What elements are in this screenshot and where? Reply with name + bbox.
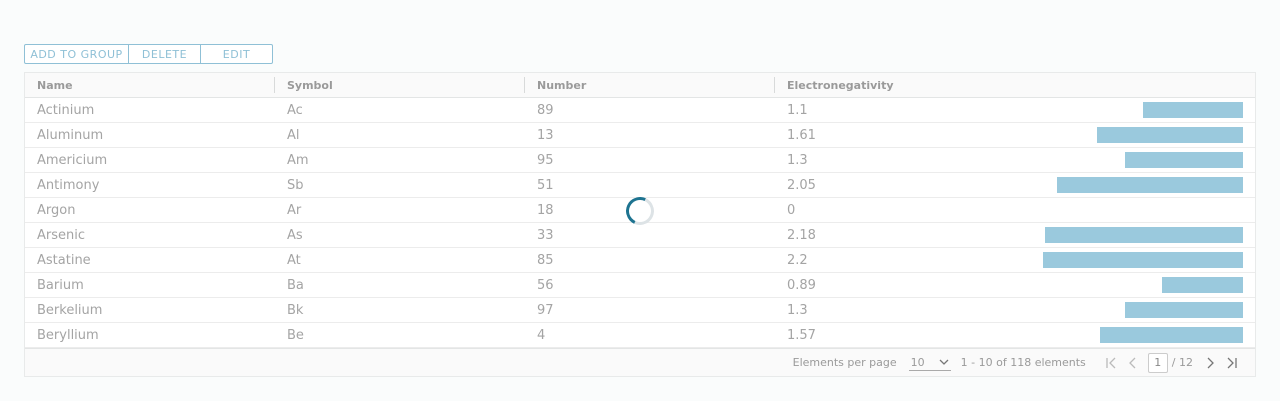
cell-name: Actinium [37, 102, 95, 118]
cell-name: Berkelium [37, 302, 103, 318]
cell-symbol: Al [287, 127, 300, 143]
cell-name: Argon [37, 202, 76, 218]
electronegativity-bar [1125, 152, 1243, 168]
table-row[interactable]: Barium Ba 56 0.89 [25, 273, 1255, 298]
electronegativity-bar [1097, 127, 1243, 143]
table-row[interactable]: Beryllium Be 4 1.57 [25, 323, 1255, 348]
table-row[interactable]: Antimony Sb 51 2.05 [25, 173, 1255, 198]
cell-symbol: Ba [287, 277, 304, 293]
cell-number: 89 [537, 102, 554, 118]
cell-symbol: Sb [287, 177, 304, 193]
cell-symbol: Ac [287, 102, 303, 118]
electronegativity-bar [1143, 102, 1243, 118]
cell-name: Astatine [37, 252, 91, 268]
per-page-select[interactable]: 10 [908, 355, 951, 371]
table-row[interactable]: Aluminum Al 13 1.61 [25, 123, 1255, 148]
grid-header: Name Symbol Number Electronegativity [25, 73, 1255, 98]
cell-number: 13 [537, 127, 554, 143]
cell-number: 4 [537, 327, 546, 343]
cell-number: 56 [537, 277, 554, 293]
electronegativity-bar [1057, 177, 1243, 193]
cell-electronegativity: 0 [787, 202, 796, 218]
per-page-value: 10 [910, 355, 925, 369]
electronegativity-bar [1162, 277, 1243, 293]
column-header-name[interactable]: Name [25, 73, 275, 97]
cell-symbol: Bk [287, 302, 304, 318]
cell-symbol: Am [287, 152, 309, 168]
last-page-icon[interactable] [1221, 352, 1243, 374]
cell-symbol: At [287, 252, 301, 268]
cell-number: 95 [537, 152, 554, 168]
chevron-down-icon [939, 357, 949, 368]
column-header-electronegativity[interactable]: Electronegativity [775, 73, 1255, 97]
cell-name: Barium [37, 277, 84, 293]
delete-button[interactable]: DELETE [129, 44, 201, 64]
column-header-number[interactable]: Number [525, 73, 775, 97]
cell-number: 85 [537, 252, 554, 268]
table-row[interactable]: Americium Am 95 1.3 [25, 148, 1255, 173]
cell-symbol: Be [287, 327, 304, 343]
grid-footer: Elements per page 10 1 - 10 of 118 eleme… [25, 348, 1255, 376]
electronegativity-bar [1100, 327, 1243, 343]
table-row[interactable]: Berkelium Bk 97 1.3 [25, 298, 1255, 323]
cell-name: Arsenic [37, 227, 86, 243]
next-page-icon[interactable] [1199, 352, 1221, 374]
cell-number: 97 [537, 302, 554, 318]
cell-symbol: As [287, 227, 303, 243]
edit-button[interactable]: EDIT [201, 44, 273, 64]
cell-number: 51 [537, 177, 554, 193]
electronegativity-bar [1043, 252, 1243, 268]
cell-name: Antimony [37, 177, 100, 193]
cell-name: Aluminum [37, 127, 104, 143]
previous-page-icon[interactable] [1122, 352, 1144, 374]
table-row[interactable]: Astatine At 85 2.2 [25, 248, 1255, 273]
table-row[interactable]: Arsenic As 33 2.18 [25, 223, 1255, 248]
electronegativity-bar [1045, 227, 1243, 243]
cell-symbol: Ar [287, 202, 302, 218]
action-toolbar: ADD TO GROUP DELETE EDIT [24, 44, 273, 64]
cell-number: 33 [537, 227, 554, 243]
pagination-range: 1 - 10 of 118 elements [960, 356, 1086, 369]
current-page-input[interactable]: 1 [1147, 352, 1168, 373]
total-pages: / 12 [1171, 356, 1193, 369]
cell-name: Americium [37, 152, 108, 168]
table-row[interactable]: Actinium Ac 89 1.1 [25, 98, 1255, 123]
cell-name: Beryllium [37, 327, 99, 343]
per-page-label: Elements per page [792, 356, 897, 369]
add-to-group-button[interactable]: ADD TO GROUP [24, 44, 129, 64]
column-header-symbol[interactable]: Symbol [275, 73, 525, 97]
electronegativity-bar [1125, 302, 1243, 318]
first-page-icon[interactable] [1100, 352, 1122, 374]
